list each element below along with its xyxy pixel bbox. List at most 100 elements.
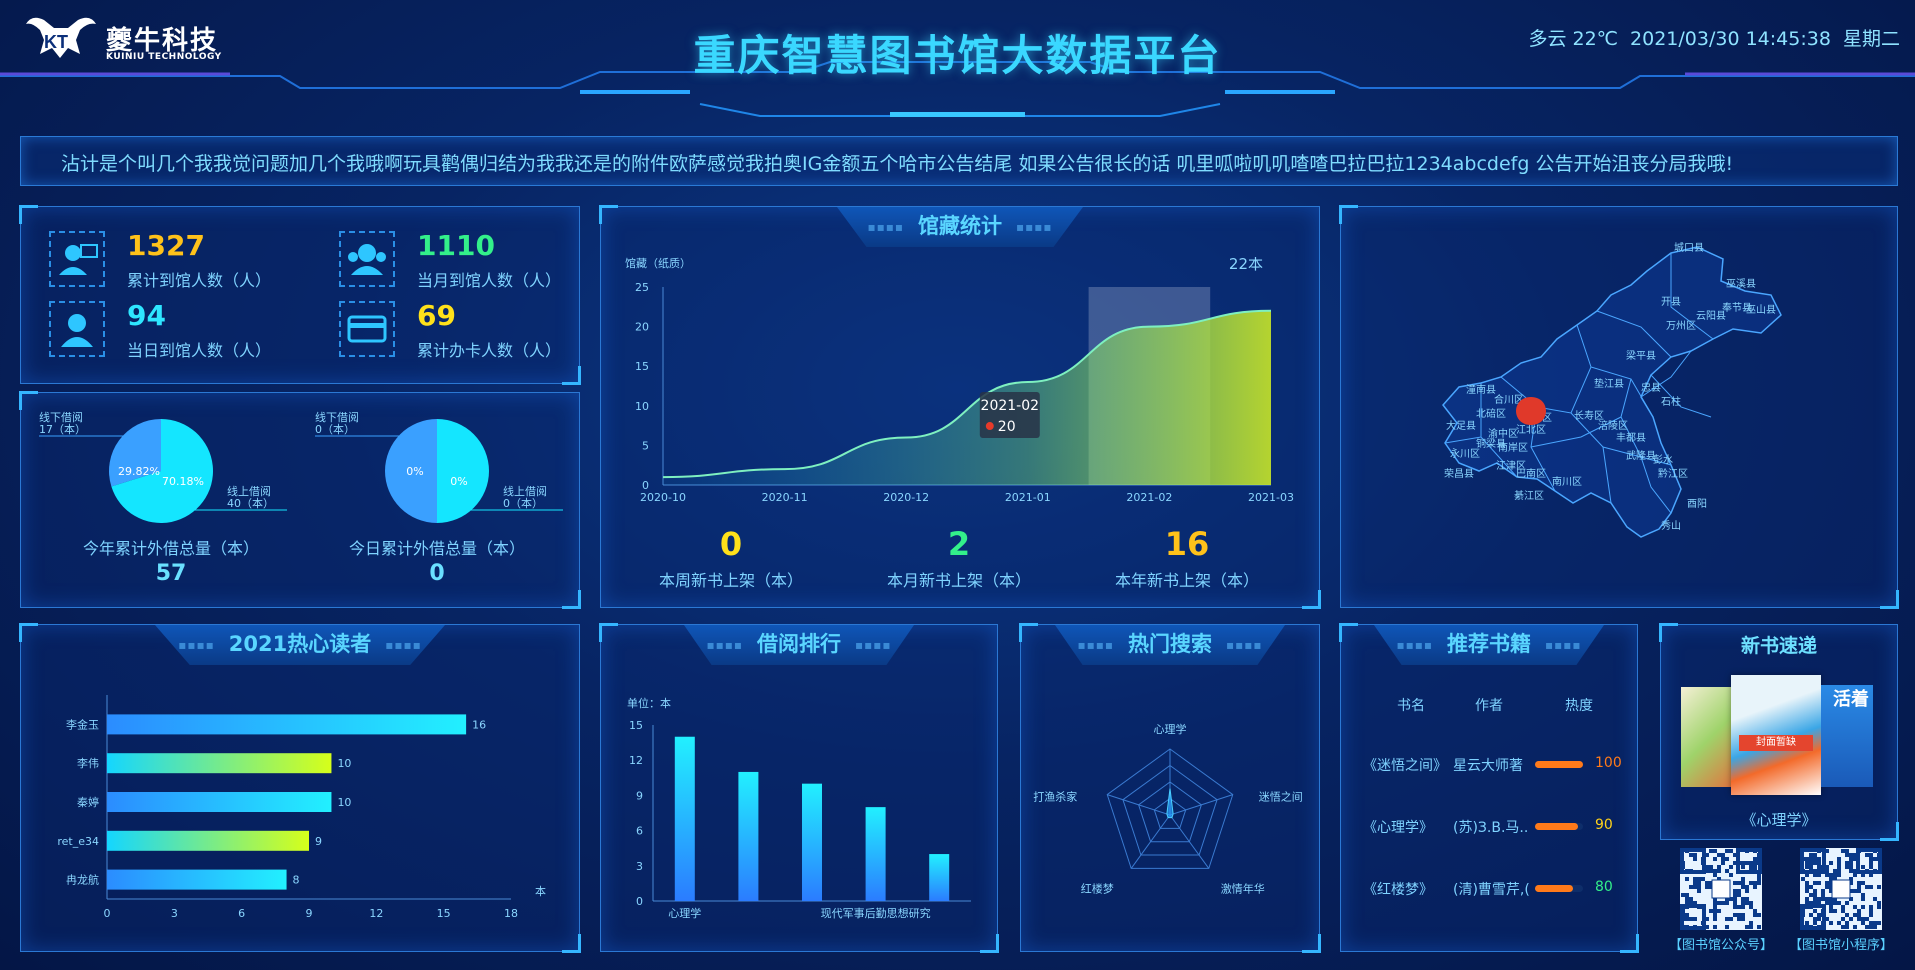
area-xtick: 2021-03: [1248, 491, 1294, 504]
logo-subtext: KUINIU TECHNOLOGY: [106, 52, 222, 62]
qr-module: [1869, 861, 1873, 865]
newbook-name[interactable]: 《心理学》: [1661, 809, 1897, 830]
pie-label-offline: 线下借阅: [39, 410, 83, 424]
qr-module: [1865, 853, 1869, 857]
qr-module: [1685, 917, 1689, 921]
pie-total-year: 57: [155, 561, 187, 586]
qr-module: [1709, 869, 1713, 873]
qr-module: [1729, 849, 1733, 853]
reader-value-label: 16: [472, 718, 486, 731]
qr-module: [1869, 853, 1873, 857]
map-district-border: [1650, 374, 1712, 418]
qr-module: [1805, 921, 1809, 925]
pie-pct-offline: 0%: [406, 465, 423, 478]
book-name: 《红楼梦》: [1363, 882, 1433, 898]
pie-pct-offline: 29.82%: [118, 465, 160, 478]
qr-module: [1757, 877, 1761, 881]
qr-module: [1817, 913, 1821, 917]
reader-name-label: 李伟: [77, 756, 99, 770]
reader-value-label: 8: [293, 874, 300, 887]
qr-module: [1817, 857, 1821, 861]
area-ytick: 15: [635, 360, 649, 373]
qr-module: [1725, 857, 1729, 861]
book-author: (清)曹雪芹,(...: [1453, 882, 1529, 898]
recommend-row[interactable]: 《心理学》 (苏)З.В.马... 90: [1341, 817, 1637, 841]
pie-pct-online: 70.18%: [162, 475, 204, 488]
collection-title: ▪▪▪▪ 馆藏统计 ▪▪▪▪: [837, 207, 1083, 247]
qr-module: [1725, 849, 1729, 853]
reader-value-label: 9: [315, 835, 322, 848]
qr-module: [1741, 897, 1745, 901]
qr-module: [1857, 917, 1861, 921]
qr-module: [1849, 861, 1853, 865]
qr-module: [1741, 913, 1745, 917]
recommend-row[interactable]: 《红楼梦》 (清)曹雪芹,(... 80: [1341, 879, 1637, 903]
borrow-ytick: 12: [629, 754, 643, 767]
qr-module: [1749, 925, 1753, 929]
map-district-label: 綦江区: [1514, 489, 1544, 502]
book-cover-center[interactable]: 封面暂缺: [1731, 675, 1821, 795]
yearly-new-value: 16: [1164, 525, 1210, 563]
map-district-label: 巫山县: [1746, 304, 1776, 316]
loan-pie-panel: 29.82% 70.18% 线下借阅 17（本） 线上借阅 40（本） 0% 0% 线下借阅 0（…: [19, 391, 581, 609]
notice-bar[interactable]: 沾计是个叫几个我我觉问题加几个我哦啊玩具鹳偶归结为我我还是的附件欧萨感觉我拍奥I…: [20, 136, 1898, 186]
recommend-row[interactable]: 《迷悟之间》 星云大师著 100: [1341, 755, 1637, 779]
qr-module: [1825, 881, 1829, 885]
radar-indicator-label: 迷悟之间: [1259, 790, 1303, 804]
person-icon: [49, 301, 105, 357]
qr-module: [1705, 885, 1709, 889]
qr-module: [1861, 865, 1865, 869]
map-district-label: 酉阳: [1687, 498, 1707, 510]
qr-module: [1849, 865, 1853, 869]
borrow-ytick: 6: [636, 825, 643, 838]
book-cover-right[interactable]: 活着: [1821, 685, 1873, 787]
map-district-label: 彭水: [1653, 453, 1673, 466]
qr-code-miniprogram[interactable]: [1800, 848, 1882, 930]
qr-module: [1853, 905, 1857, 909]
readers-xtick: 6: [238, 907, 245, 920]
readers-xtick: 9: [306, 907, 313, 920]
qr-module: [1757, 913, 1761, 917]
chongqing-map[interactable]: 城口县巫溪县开县云阳县奉节县巫山县万州区梁平县垫江县 忠县石柱长寿区涪陵区丰都县武…: [1341, 207, 1897, 607]
qr-module: [1805, 897, 1809, 901]
qr-pattern: [1800, 848, 1882, 930]
qr-module: [1869, 905, 1873, 909]
borrow-bar: [674, 736, 695, 901]
qr-module: [1845, 901, 1849, 905]
qr-module: [1805, 861, 1809, 865]
heat-bar-fill: [1535, 885, 1574, 892]
qr-module: [1685, 877, 1689, 881]
qr-module: [1745, 861, 1749, 865]
qr-module: [1737, 917, 1741, 921]
qr-module: [1733, 897, 1737, 901]
recommend-title: ▪▪▪▪ 推荐书籍 ▪▪▪▪: [1374, 625, 1604, 665]
qr-module: [1869, 925, 1873, 929]
qr-module: [1857, 913, 1861, 917]
map-district-label: 武隆县: [1626, 449, 1656, 462]
qr-module: [1817, 917, 1821, 921]
qr-module: [1681, 893, 1685, 897]
pie-label-online: 线上借阅: [503, 484, 547, 498]
readers-panel: ▪▪▪▪ 2021热心读者 ▪▪▪▪ 李金玉 16 李伟 10 秦婷 10 ret_e34 9 冉龙…: [19, 623, 581, 953]
readers-title: ▪▪▪▪ 2021热心读者 ▪▪▪▪: [155, 625, 445, 665]
qr-code-official[interactable]: [1680, 848, 1762, 930]
qr-module: [1817, 897, 1821, 901]
stat-value-cards: 69: [417, 299, 456, 332]
heat-bar: [1535, 761, 1583, 768]
map-district-label: 城口县: [1674, 242, 1704, 254]
pie-title-today: 今日累计外借总量（本）: [348, 539, 525, 558]
map-district-label: 开县: [1661, 296, 1681, 308]
area-tooltip-value: 20: [998, 419, 1016, 435]
radar-indicator-label: 激情年华: [1221, 881, 1265, 895]
cover-placeholder-text: 封面暂缺: [1739, 735, 1813, 751]
qr-module: [1837, 857, 1841, 861]
pie-label-offline-count: 0（本）: [315, 422, 355, 436]
weekly-new-value: 0: [719, 525, 743, 563]
qr-center-logo: [1711, 879, 1731, 899]
yearly-new-label: 本年新书上架（本）: [1114, 571, 1259, 590]
qr-module: [1753, 865, 1757, 869]
qr-module: [1805, 881, 1809, 885]
borrow-ytick: 15: [629, 719, 643, 732]
qr-module: [1737, 881, 1741, 885]
weather-datetime: 多云 22℃ 2021/03/30 14:45:38 星期二: [1500, 24, 1900, 51]
